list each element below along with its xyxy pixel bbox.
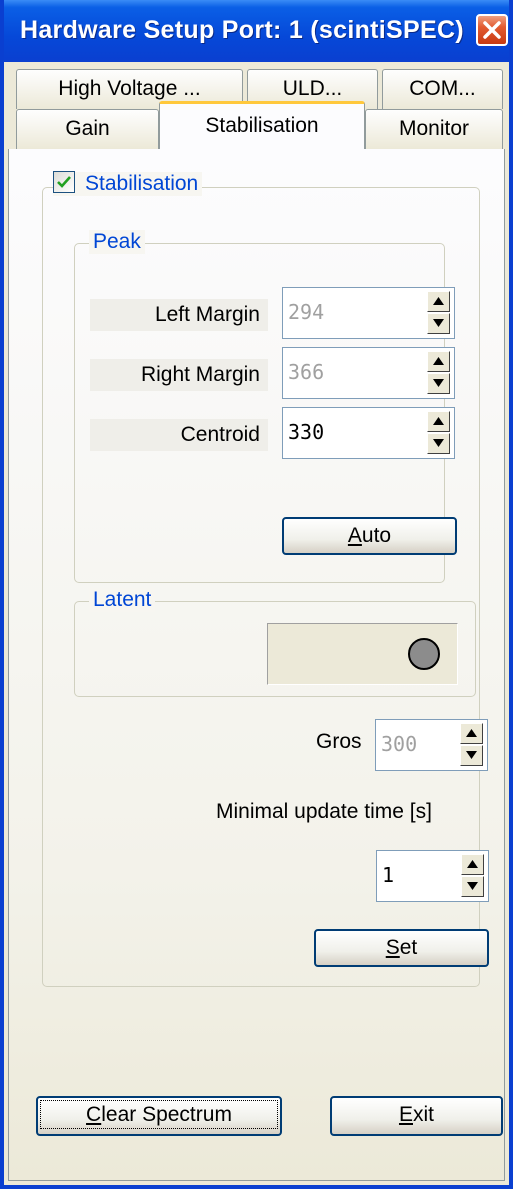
title-bar[interactable]: Hardware Setup Port: 1 (scintiSPEC) (4, 0, 509, 62)
right-margin-up-button[interactable] (427, 351, 450, 372)
arrow-down-icon (433, 379, 444, 387)
peak-group: Peak Left Margin 294 Right Margin 366 Ce… (74, 230, 457, 583)
right-margin-down-button[interactable] (427, 373, 450, 394)
left-margin-label: Left Margin (90, 299, 268, 331)
latent-led-indicator (408, 638, 440, 670)
left-margin-spinner[interactable]: 294 (282, 287, 455, 339)
right-margin-label: Right Margin (90, 359, 268, 391)
gros-up-button[interactable] (460, 723, 483, 744)
stabilisation-checkbox[interactable] (53, 171, 75, 194)
stabilisation-group: Stabilisation Peak Left Margin 294 Right… (42, 171, 489, 987)
close-button[interactable] (476, 14, 508, 46)
gros-down-button[interactable] (460, 745, 483, 766)
right-margin-spinner[interactable]: 366 (282, 347, 455, 399)
exit-button[interactable]: Exit (330, 1096, 503, 1136)
tab-stabilisation[interactable]: Stabilisation (159, 101, 365, 149)
min-update-time-label: Minimal update time [s] (216, 800, 432, 823)
set-button[interactable]: Set (314, 929, 489, 967)
min-update-down-button[interactable] (461, 876, 484, 897)
gros-value[interactable]: 300 (381, 732, 417, 756)
latent-group-title: Latent (89, 588, 156, 612)
latent-indicator-panel (267, 623, 458, 685)
arrow-down-icon (433, 319, 444, 327)
gros-label: Gros (316, 730, 362, 753)
centroid-up-button[interactable] (427, 411, 450, 432)
min-update-time-value[interactable]: 1 (382, 863, 394, 887)
arrow-up-icon (433, 297, 444, 305)
centroid-label: Centroid (90, 419, 268, 451)
left-margin-value[interactable]: 294 (288, 300, 324, 324)
arrow-up-icon (466, 729, 477, 737)
clear-spectrum-button[interactable]: Clear Spectrum (36, 1096, 282, 1136)
arrow-down-icon (466, 751, 477, 759)
stabilisation-label[interactable]: Stabilisation (85, 172, 198, 195)
checkmark-icon (57, 176, 71, 189)
centroid-down-button[interactable] (427, 433, 450, 454)
min-update-time-spinner[interactable]: 1 (376, 850, 489, 902)
left-margin-down-button[interactable] (427, 313, 450, 334)
min-update-up-button[interactable] (461, 854, 484, 875)
centroid-value[interactable]: 330 (288, 420, 324, 444)
close-icon (483, 21, 501, 39)
tab-com[interactable]: COM... (382, 69, 503, 109)
hardware-setup-window: Hardware Setup Port: 1 (scintiSPEC) High… (0, 0, 513, 1189)
auto-button[interactable]: Auto (282, 517, 457, 555)
centroid-spinner[interactable]: 330 (282, 407, 455, 459)
window-title: Hardware Setup Port: 1 (scintiSPEC) (20, 16, 464, 44)
arrow-down-icon (467, 882, 478, 890)
arrow-up-icon (467, 860, 478, 868)
latent-group: Latent (74, 588, 476, 697)
left-margin-up-button[interactable] (427, 291, 450, 312)
tab-monitor[interactable]: Monitor (365, 109, 503, 149)
tab-gain[interactable]: Gain (16, 109, 159, 149)
peak-group-title: Peak (89, 230, 145, 254)
gros-spinner[interactable]: 300 (375, 719, 488, 771)
arrow-down-icon (433, 439, 444, 447)
arrow-up-icon (433, 357, 444, 365)
tab-panel-stabilisation: Stabilisation Peak Left Margin 294 Right… (8, 149, 505, 1181)
arrow-up-icon (433, 417, 444, 425)
right-margin-value[interactable]: 366 (288, 360, 324, 384)
